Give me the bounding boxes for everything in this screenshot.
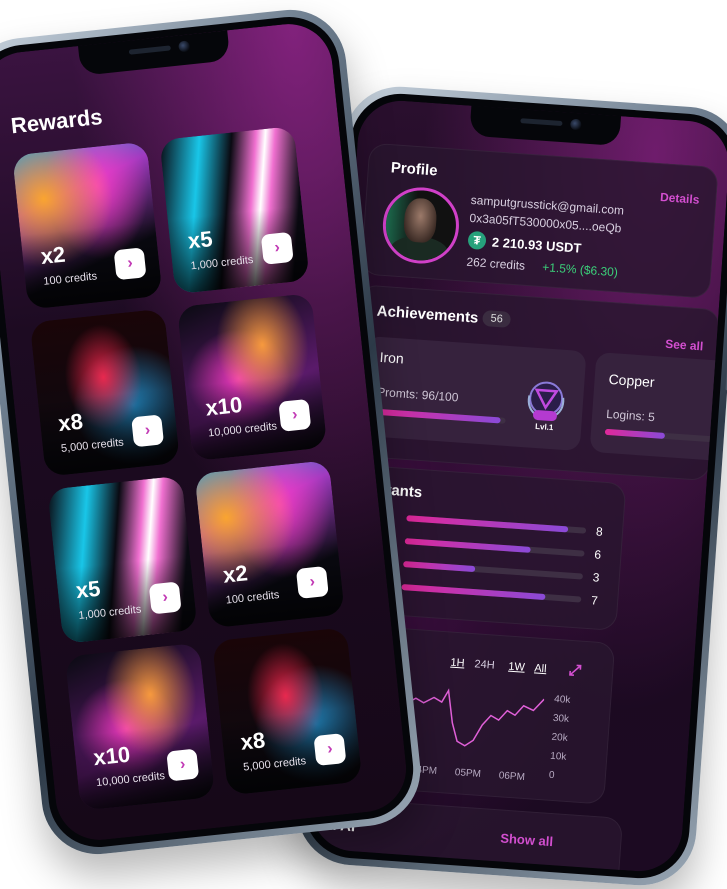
assistant-row-value: 7	[591, 593, 599, 607]
reward-open-button[interactable]: ›	[149, 581, 182, 614]
usdt-icon: ₮	[467, 231, 486, 250]
reward-multiplier: x2	[40, 242, 67, 270]
tab-all[interactable]: All	[534, 662, 547, 675]
reward-card[interactable]: x2100 credits›	[194, 460, 344, 628]
achievements-title: Achievements	[376, 303, 479, 327]
expand-icon[interactable]	[568, 663, 583, 678]
reward-multiplier: x5	[75, 576, 102, 604]
reward-card[interactable]: x51,000 credits›	[47, 476, 197, 644]
achievement-progress-bar	[376, 409, 506, 424]
show-all-link[interactable]: Show all	[500, 831, 554, 850]
reward-multiplier: x2	[222, 560, 249, 588]
y-tick-label: 0	[549, 770, 555, 781]
tab-24h[interactable]: 24H	[474, 658, 495, 671]
reward-open-button[interactable]: ›	[166, 749, 199, 782]
achievement-progress-fill	[376, 409, 501, 424]
profile-title: Profile	[390, 159, 438, 179]
tab-1w[interactable]: 1W	[508, 661, 525, 674]
see-all-link[interactable]: See all	[665, 337, 704, 354]
assistant-bar	[405, 538, 585, 557]
reward-card[interactable]: x2100 credits›	[12, 141, 162, 309]
achievements-card: Achievements 56 See all Iron Promts: 96/…	[348, 284, 721, 481]
assistant-bar-fill	[406, 515, 568, 532]
assistant-bar	[401, 584, 581, 603]
reward-multiplier: x8	[57, 409, 84, 437]
reward-open-button[interactable]: ›	[313, 733, 346, 766]
details-link[interactable]: Details	[660, 190, 700, 207]
y-tick-label: 20k	[551, 732, 568, 744]
y-tick-label: 10k	[550, 751, 567, 763]
reward-open-button[interactable]: ›	[131, 414, 164, 447]
reward-open-button[interactable]: ›	[296, 566, 329, 599]
reward-card[interactable]: x85,000 credits›	[212, 627, 362, 795]
reward-open-button[interactable]: ›	[114, 247, 147, 280]
achievement-metric: Promts: 96/100	[377, 385, 459, 405]
achievement-name: Iron	[379, 349, 404, 367]
camera-icon	[178, 40, 190, 52]
assistant-row-value: 8	[596, 524, 604, 538]
camera-icon	[570, 119, 582, 131]
assistant-bar-fill	[405, 538, 531, 553]
reward-multiplier: x8	[239, 727, 266, 755]
y-tick-label: 30k	[552, 713, 569, 725]
achievement-card-iron[interactable]: Iron Promts: 96/100 Lvl.1	[360, 336, 586, 451]
profile-credits: 262 credits	[466, 255, 526, 273]
reward-card[interactable]: x1010,000 credits›	[177, 293, 327, 461]
reward-open-button[interactable]: ›	[261, 232, 294, 265]
profile-change: +1.5% ($6.30)	[542, 260, 619, 279]
x-tick-label: 06PM	[498, 770, 525, 783]
assistant-row-value: 6	[594, 547, 602, 561]
y-tick-label: 40k	[554, 694, 571, 706]
achievement-name: Copper	[608, 371, 655, 390]
assistant-bar	[406, 515, 586, 534]
assistant-bar-fill	[403, 561, 475, 572]
level-emblem-icon	[522, 375, 571, 424]
tab-1h[interactable]: 1H	[450, 657, 465, 670]
reward-card[interactable]: x85,000 credits›	[30, 308, 180, 476]
level-label: Lvl.1	[535, 422, 554, 432]
achievement-progress-bar	[605, 429, 725, 443]
assistant-bar	[403, 561, 583, 580]
reward-open-button[interactable]: ›	[278, 399, 311, 432]
assistant-bar-fill	[401, 584, 545, 600]
rewards-title: Rewards	[10, 104, 104, 139]
achievement-metric: Logins: 5	[606, 407, 656, 424]
achievements-count-badge: 56	[482, 310, 511, 328]
avatar	[380, 185, 461, 266]
profile-card: Profile Details samputgrusstick@gmail.co…	[360, 143, 718, 299]
profile-balance: 2 210.93 USDT	[491, 234, 581, 255]
reward-card[interactable]: x51,000 credits›	[159, 126, 309, 294]
assistant-row-value: 3	[592, 570, 600, 584]
reward-multiplier: x5	[187, 226, 214, 254]
x-tick-label: 05PM	[454, 767, 481, 780]
reward-card[interactable]: x1010,000 credits›	[65, 643, 215, 811]
reward-multiplier: x10	[204, 392, 243, 422]
achievement-card-copper[interactable]: Copper Logins: 5	[590, 352, 727, 462]
reward-multiplier: x10	[92, 742, 131, 772]
